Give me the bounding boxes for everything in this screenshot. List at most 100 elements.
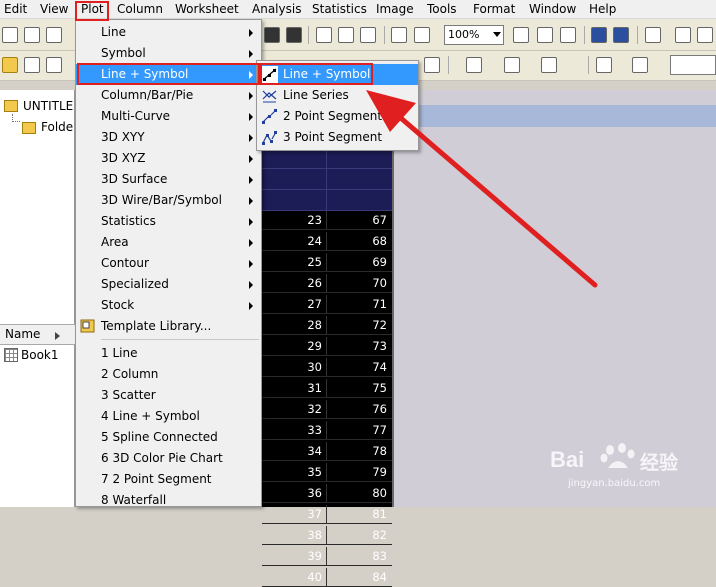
menu-view[interactable]: View xyxy=(40,1,68,18)
table-cell[interactable]: 80 xyxy=(326,486,387,500)
table-cell[interactable]: 73 xyxy=(326,339,387,353)
table-row[interactable]: 30 74 xyxy=(262,358,392,377)
table-row[interactable]: 27 71 xyxy=(262,295,392,314)
workbook-label[interactable]: Book1 xyxy=(21,348,59,362)
tool-icon[interactable] xyxy=(46,57,62,73)
pattern-icon[interactable] xyxy=(504,57,520,73)
copy-page-icon[interactable] xyxy=(560,27,576,43)
menu-analysis[interactable]: Analysis xyxy=(252,1,301,18)
duplicate-icon[interactable] xyxy=(391,27,407,43)
table-row[interactable]: 39 83 xyxy=(262,547,392,566)
zoom-combo[interactable]: 100% xyxy=(444,25,504,45)
fill-color-icon[interactable] xyxy=(596,57,612,73)
plot-menu-item-specialized[interactable]: Specialized xyxy=(76,274,261,295)
table-row[interactable]: 36 80 xyxy=(262,484,392,503)
plot-menu-recent-item[interactable]: 3 Scatter xyxy=(76,385,261,406)
table-cell[interactable]: 77 xyxy=(326,423,387,437)
plot-menu-item-template-library[interactable]: Template Library... xyxy=(76,316,261,337)
plot-menu-item-stock[interactable]: Stock xyxy=(76,295,261,316)
plot-menu-item-line[interactable]: Line xyxy=(76,22,261,43)
project-root-label[interactable]: UNTITLE xyxy=(23,99,73,113)
align-left-icon[interactable] xyxy=(466,57,482,73)
table-row[interactable]: 31 75 xyxy=(262,379,392,398)
plot-menu-item-multi-curve[interactable]: Multi-Curve xyxy=(76,106,261,127)
menu-edit[interactable]: Edit xyxy=(4,1,27,18)
table-row[interactable]: 37 81 xyxy=(262,505,392,524)
table-cell[interactable]: 32 xyxy=(262,402,322,416)
table-cell[interactable]: 33 xyxy=(262,423,322,437)
table-cell[interactable]: 83 xyxy=(326,549,387,563)
table-cell[interactable]: 78 xyxy=(326,444,387,458)
recalculate-icon[interactable] xyxy=(414,27,430,43)
new-graph-icon[interactable] xyxy=(46,27,62,43)
table-cell[interactable]: 25 xyxy=(262,255,322,269)
project-folder-label[interactable]: Folde xyxy=(41,120,73,134)
menu-image[interactable]: Image xyxy=(376,1,414,18)
zoom-window-icon[interactable] xyxy=(675,27,691,43)
open-folder-icon[interactable] xyxy=(2,57,18,73)
plot-menu-item-contour[interactable]: Contour xyxy=(76,253,261,274)
save-icon[interactable] xyxy=(264,27,280,43)
table-row[interactable]: 35 79 xyxy=(262,463,392,482)
table-cell[interactable]: 38 xyxy=(262,528,322,542)
table-row[interactable]: 28 72 xyxy=(262,316,392,335)
line-style-combo[interactable] xyxy=(670,55,716,75)
plot-menu-item-3d-wire-bar-symbol[interactable]: 3D Wire/Bar/Symbol xyxy=(76,190,261,211)
code-builder-icon[interactable] xyxy=(591,27,607,43)
table-row[interactable]: 40 84 xyxy=(262,568,392,587)
table-cell[interactable]: 23 xyxy=(262,213,322,227)
table-cell[interactable]: 75 xyxy=(326,381,387,395)
column-header-name[interactable]: Name xyxy=(5,327,40,341)
table-cell[interactable]: 27 xyxy=(262,297,322,311)
table-cell[interactable]: 28 xyxy=(262,318,322,332)
table-cell[interactable]: 36 xyxy=(262,486,322,500)
plot-menu-item-3d-xyz[interactable]: 3D XYZ xyxy=(76,148,261,169)
new-project-icon[interactable] xyxy=(2,27,18,43)
table-row[interactable]: 33 77 xyxy=(262,421,392,440)
plot-menu-recent-item[interactable]: 5 Spline Connected xyxy=(76,427,261,448)
plot-menu-item-3d-xyy[interactable]: 3D XYY xyxy=(76,127,261,148)
menu-window[interactable]: Window xyxy=(529,1,576,18)
plot-menu-item-3d-surface[interactable]: 3D Surface xyxy=(76,169,261,190)
results-log-icon[interactable] xyxy=(613,27,629,43)
table-cell[interactable]: 40 xyxy=(262,570,322,584)
plot-menu-item-column-bar-pie[interactable]: Column/Bar/Pie xyxy=(76,85,261,106)
plot-menu-recent-item[interactable]: 4 Line + Symbol xyxy=(76,406,261,427)
table-cell[interactable]: 79 xyxy=(326,465,387,479)
table-cell[interactable]: 81 xyxy=(326,507,387,521)
new-worksheet-icon[interactable] xyxy=(24,27,40,43)
plot-menu-item-statistics[interactable]: Statistics xyxy=(76,211,261,232)
font-color-icon[interactable] xyxy=(541,57,557,73)
menu-tools[interactable]: Tools xyxy=(427,1,457,18)
plot-menu-recent-item[interactable]: 2 Column xyxy=(76,364,261,385)
table-cell[interactable]: 71 xyxy=(326,297,387,311)
tool-icon[interactable] xyxy=(24,57,40,73)
font-size-icon[interactable] xyxy=(424,57,440,73)
table-cell[interactable]: 82 xyxy=(326,528,387,542)
table-cell[interactable]: 39 xyxy=(262,549,322,563)
plot-menu-recent-item[interactable]: 7 2 Point Segment xyxy=(76,469,261,490)
plot-menu-item-symbol[interactable]: Symbol xyxy=(76,43,261,64)
table-row[interactable]: 29 73 xyxy=(262,337,392,356)
table-cell[interactable]: 31 xyxy=(262,381,322,395)
menu-worksheet[interactable]: Worksheet xyxy=(175,1,239,18)
import-excel-icon[interactable] xyxy=(360,27,376,43)
menu-statistics[interactable]: Statistics xyxy=(312,1,367,18)
table-cell[interactable]: 34 xyxy=(262,444,322,458)
print-icon[interactable] xyxy=(513,27,529,43)
project-explorer-icon[interactable] xyxy=(645,27,661,43)
command-window-icon[interactable] xyxy=(697,27,713,43)
table-cell[interactable]: 30 xyxy=(262,360,322,374)
table-row[interactable]: 32 76 xyxy=(262,400,392,419)
table-row[interactable]: 38 82 xyxy=(262,526,392,545)
plot-menu-recent-item[interactable]: 1 Line xyxy=(76,343,261,364)
table-cell[interactable]: 84 xyxy=(326,570,387,584)
line-color-icon[interactable] xyxy=(632,57,648,73)
table-cell[interactable]: 72 xyxy=(326,318,387,332)
plot-menu-recent-item[interactable]: 6 3D Color Pie Chart xyxy=(76,448,261,469)
menu-help[interactable]: Help xyxy=(589,1,616,18)
table-cell[interactable]: 26 xyxy=(262,276,322,290)
plot-menu-recent-item[interactable]: 8 Waterfall xyxy=(76,490,261,511)
menu-column[interactable]: Column xyxy=(117,1,163,18)
table-cell[interactable]: 24 xyxy=(262,234,322,248)
